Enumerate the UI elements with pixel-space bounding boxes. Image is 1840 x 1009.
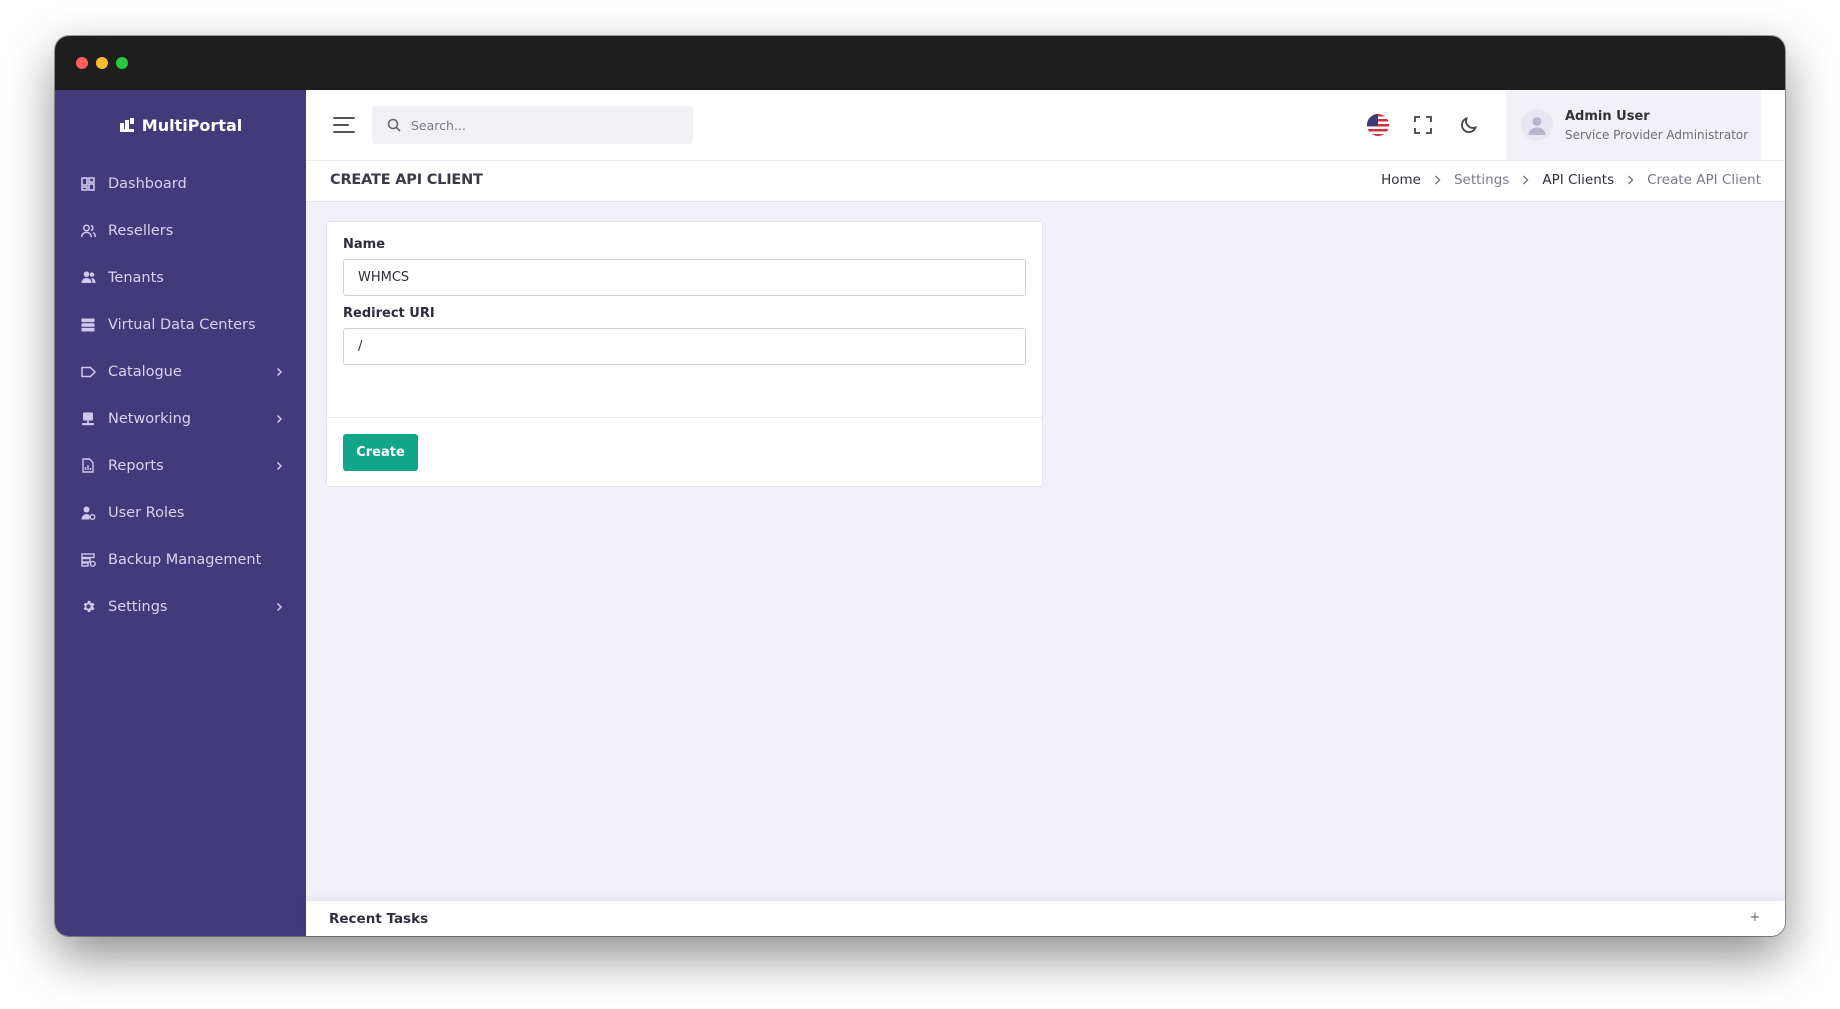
sidebar-item-label: Catalogue — [108, 363, 182, 380]
sidebar-item-label: Resellers — [108, 222, 174, 239]
sidebar-item-label: Backup Management — [108, 551, 262, 568]
breadcrumb: Home Settings API Clients Create API Cli… — [1381, 172, 1761, 188]
avatar — [1521, 109, 1553, 141]
sidebar-item-user-roles[interactable]: User Roles — [55, 489, 306, 536]
redirect-uri-label: Redirect URI — [343, 306, 435, 321]
chevron-right-icon — [276, 602, 283, 611]
chevron-right-icon — [276, 414, 283, 423]
user-role: Service Provider Administrator — [1565, 127, 1749, 142]
brand-logo[interactable]: MultiPortal — [55, 90, 306, 160]
chevron-right-icon — [276, 367, 283, 376]
breadcrumb-api-clients[interactable]: API Clients — [1542, 172, 1614, 188]
search-box[interactable] — [372, 106, 693, 144]
name-label: Name — [343, 237, 386, 252]
app-window: MultiPortal Dashboard Resellers Tenants — [55, 36, 1785, 936]
recent-tasks-label: Recent Tasks — [329, 911, 429, 927]
sidebar-item-catalogue[interactable]: Catalogue — [55, 348, 306, 395]
search-input[interactable] — [411, 117, 671, 133]
fullscreen-icon[interactable] — [1413, 115, 1433, 135]
users-group-icon — [80, 270, 96, 286]
sidebar-item-resellers[interactable]: Resellers — [55, 207, 306, 254]
dark-mode-moon-icon[interactable] — [1459, 115, 1479, 135]
redirect-uri-input[interactable] — [343, 328, 1026, 365]
sidebar-item-reports[interactable]: Reports — [55, 442, 306, 489]
tag-icon — [80, 364, 96, 380]
sidebar-item-label: Dashboard — [108, 175, 187, 192]
language-selector[interactable] — [1367, 114, 1389, 136]
recent-tasks-toggle[interactable]: + — [1746, 909, 1764, 927]
sidebar-item-label: Tenants — [108, 269, 164, 286]
user-name: Admin User — [1565, 108, 1650, 124]
breadcrumb-settings[interactable]: Settings — [1454, 172, 1509, 188]
users-outline-icon — [80, 223, 96, 239]
card-divider — [327, 417, 1042, 418]
main-area: Admin User Service Provider Administrato… — [306, 90, 1785, 936]
breadcrumb-current: Create API Client — [1647, 172, 1761, 188]
menu-toggle-icon[interactable] — [333, 116, 355, 134]
search-icon — [387, 118, 401, 132]
chevron-right-icon — [276, 461, 283, 470]
sidebar-item-label: Virtual Data Centers — [108, 316, 256, 333]
maximize-window-button[interactable] — [116, 57, 128, 69]
backup-icon — [80, 552, 96, 568]
breadcrumb-home[interactable]: Home — [1381, 172, 1421, 188]
page-title: CREATE API CLIENT — [330, 172, 483, 188]
sidebar-item-label: User Roles — [108, 504, 185, 521]
user-menu[interactable]: Admin User Service Provider Administrato… — [1506, 90, 1761, 160]
sidebar-nav: Dashboard Resellers Tenants Virtual Data… — [55, 160, 306, 630]
us-flag-icon — [1367, 114, 1389, 136]
chevron-right-icon — [1523, 175, 1529, 185]
sidebar-item-networking[interactable]: Networking — [55, 395, 306, 442]
server-stack-icon — [80, 317, 96, 333]
sidebar: MultiPortal Dashboard Resellers Tenants — [55, 90, 306, 936]
chevron-right-icon — [1628, 175, 1634, 185]
name-input[interactable] — [343, 259, 1026, 296]
sidebar-item-virtual-data-centers[interactable]: Virtual Data Centers — [55, 301, 306, 348]
dashboard-grid-icon — [80, 176, 96, 192]
create-button[interactable]: Create — [343, 434, 418, 471]
close-window-button[interactable] — [76, 57, 88, 69]
sidebar-item-label: Networking — [108, 410, 191, 427]
network-icon — [80, 411, 96, 427]
recent-tasks-panel: Recent Tasks + — [306, 900, 1785, 936]
user-roles-icon — [80, 505, 96, 521]
user-avatar-icon — [1528, 117, 1546, 135]
sidebar-item-dashboard[interactable]: Dashboard — [55, 160, 306, 207]
sidebar-item-label: Reports — [108, 457, 164, 474]
gear-icon — [80, 599, 96, 615]
sidebar-item-settings[interactable]: Settings — [55, 583, 306, 630]
minimize-window-button[interactable] — [96, 57, 108, 69]
sidebar-item-backup-management[interactable]: Backup Management — [55, 536, 306, 583]
top-bar: Admin User Service Provider Administrato… — [306, 90, 1785, 161]
page-header: CREATE API CLIENT Home Settings API Clie… — [306, 161, 1785, 202]
logo-icon — [119, 118, 134, 132]
sidebar-item-label: Settings — [108, 598, 168, 615]
sidebar-item-tenants[interactable]: Tenants — [55, 254, 306, 301]
create-api-client-form: Name Redirect URI Create — [326, 221, 1043, 487]
window-titlebar — [55, 36, 1785, 90]
brand-name: MultiPortal — [141, 115, 243, 135]
report-icon — [80, 458, 96, 474]
chevron-right-icon — [1434, 175, 1441, 185]
